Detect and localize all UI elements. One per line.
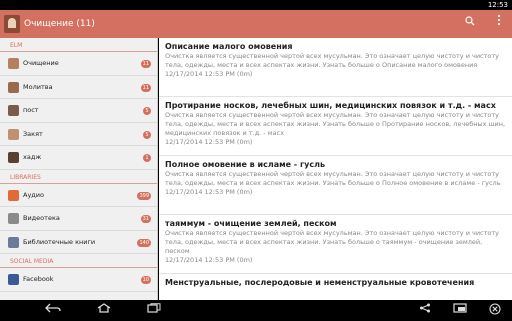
- status-clock: 12:53: [487, 1, 508, 9]
- list-item[interactable]: Описание малого омовения Очистка являетс…: [159, 38, 512, 97]
- zakat-icon: [8, 128, 19, 140]
- home-icon[interactable]: [93, 303, 115, 318]
- count-badge: 5: [143, 107, 151, 115]
- count-badge: 11: [140, 60, 151, 68]
- article-snippet: Очистка является существенной чертой все…: [165, 111, 506, 137]
- drawer-item-label: хадж: [23, 153, 42, 161]
- article-title: Менструальные, послеродовые и неменструа…: [165, 278, 475, 287]
- drawer-item-label: Молитва: [23, 82, 53, 91]
- article-title: Полное омовение в исламе - гусль: [165, 160, 326, 169]
- article-date: 12/17/2014 12:53 PM (0m): [165, 188, 253, 196]
- kneeling-figure-icon: [8, 58, 19, 69]
- count-badge: 10: [140, 276, 151, 284]
- page-title: Очищение (11): [24, 19, 95, 29]
- article-snippet: Очистка является существенной чертой все…: [165, 170, 501, 187]
- back-icon[interactable]: [42, 303, 64, 318]
- search-icon[interactable]: [460, 14, 480, 34]
- prayer-figure-icon: [8, 81, 19, 93]
- status-bar: 12:53: [0, 0, 512, 10]
- recents-icon[interactable]: [143, 303, 165, 318]
- drawer-item-audio[interactable]: Аудио 399: [0, 184, 157, 207]
- drawer-item-cleansing[interactable]: Очищение 11: [0, 52, 157, 76]
- drawer-item-video[interactable]: Видеотека 31: [0, 207, 157, 231]
- list-item[interactable]: Протирание носков, лечебных шин, медицин…: [159, 97, 512, 156]
- hajj-icon: [8, 152, 19, 163]
- article-title: таяммум - очищение землей, песком: [165, 219, 337, 228]
- drawer-item-label: Видеотека: [23, 214, 60, 222]
- drawer-item-label: пост: [23, 106, 39, 114]
- article-date: 12/17/2014 12:53 PM (0m): [165, 70, 253, 78]
- drawer-item-hajj[interactable]: хадж 1: [0, 146, 157, 170]
- count-badge: 31: [140, 215, 151, 223]
- count-badge: 11: [140, 83, 151, 92]
- drawer-item-prayer[interactable]: Молитва 11: [0, 76, 157, 99]
- article-date: 12/17/2014 12:53 PM (0m): [165, 256, 253, 264]
- share-icon[interactable]: [414, 303, 436, 318]
- list-item[interactable]: Полное омовение в исламе - гусль Очистка…: [159, 156, 512, 215]
- article-title: Протирание носков, лечебных шин, медицин…: [165, 101, 496, 110]
- action-bar: Очищение (11): [0, 10, 512, 38]
- drawer-item-fasting[interactable]: пост 5: [0, 99, 157, 123]
- system-nav-bar: [0, 300, 512, 321]
- window-icon[interactable]: [449, 303, 471, 318]
- section-header-social-media: SOCIAL MEDIA: [0, 254, 157, 268]
- count-badge: 140: [137, 238, 151, 247]
- article-snippet: Очистка является существенной чертой все…: [165, 52, 500, 69]
- section-header-elm: ELM: [0, 38, 157, 52]
- count-badge: 1: [143, 154, 151, 162]
- drawer-item-label: Библиотечные книги: [23, 237, 96, 246]
- navigation-drawer: ELM Очищение 11 Молитва 11 пост 5 Закят …: [0, 38, 158, 300]
- list-item[interactable]: таяммум - очищение землей, песком Очистк…: [159, 215, 512, 274]
- drawer-item-zakat[interactable]: Закят 5: [0, 123, 157, 146]
- facebook-icon: [8, 274, 19, 285]
- video-icon: [8, 213, 19, 224]
- section-header-libraries: LIBRARIES: [0, 170, 157, 184]
- count-badge: 5: [143, 130, 151, 139]
- fasting-icon: [8, 105, 19, 116]
- drawer-item-facebook[interactable]: Facebook 10: [0, 268, 157, 292]
- close-icon[interactable]: [484, 303, 506, 318]
- article-list: Описание малого омовения Очистка являетс…: [159, 38, 512, 300]
- app-icon[interactable]: [4, 15, 20, 33]
- drawer-item-label: Аудио: [23, 190, 44, 199]
- drawer-item-books[interactable]: Библиотечные книги 140: [0, 231, 157, 254]
- overflow-menu-icon[interactable]: [489, 14, 509, 34]
- books-icon: [8, 236, 19, 248]
- list-item[interactable]: Менструальные, послеродовые и неменструа…: [159, 274, 512, 300]
- count-badge: 399: [137, 191, 151, 200]
- drawer-item-label: Очищение: [23, 59, 59, 67]
- article-snippet: Очистка является существенной чертой все…: [165, 229, 500, 255]
- article-date: 12/17/2014 12:53 PM (0m): [165, 138, 253, 146]
- audio-icon: [8, 189, 19, 201]
- drawer-item-label: Facebook: [23, 275, 54, 283]
- article-title: Описание малого омовения: [165, 42, 293, 51]
- drawer-item-label: Закят: [23, 129, 43, 138]
